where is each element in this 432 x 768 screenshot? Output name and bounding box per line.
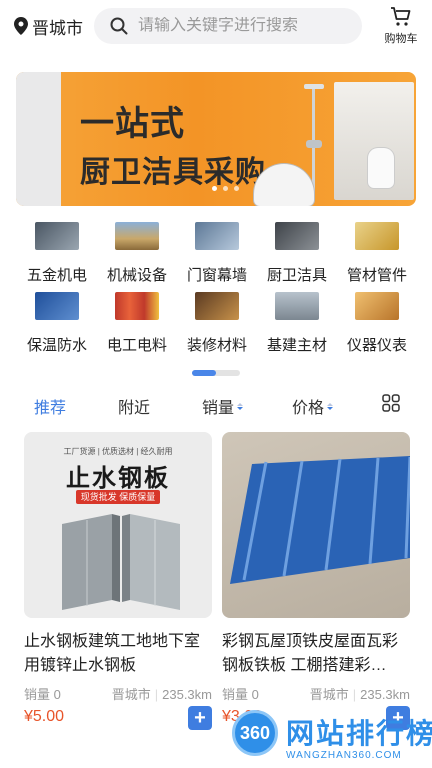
- category-label: 电工电料: [106, 337, 167, 354]
- decoration-thumb: [195, 292, 239, 320]
- banner-text: 一站式 厨卫洁具采购: [80, 96, 266, 191]
- product-city: 晋城市: [111, 687, 151, 702]
- product-location: 晋城市 | 235.3km: [112, 684, 212, 703]
- product-image: [222, 432, 410, 618]
- top-bar: 晋城市 购物车: [0, 0, 432, 56]
- banner-headline: 一站式: [80, 104, 185, 144]
- scroll-indicator-thumb: [192, 370, 216, 376]
- category-scroll-indicator: [192, 370, 240, 376]
- category-label: 装修材料: [186, 337, 247, 354]
- product-title[interactable]: 彩钢瓦屋顶铁皮屋面瓦彩钢板铁板 工棚搭建彩…: [222, 630, 412, 678]
- category-label: 门窗幕墙: [186, 267, 247, 284]
- category-machinery[interactable]: 机械设备: [94, 222, 180, 286]
- banner-pagination: [212, 186, 239, 191]
- banner-dot[interactable]: [234, 186, 239, 191]
- kitchen-bath-thumb: [275, 222, 319, 250]
- banner-subheadline: 厨卫洁具采购: [80, 155, 266, 190]
- product-sales: 销量 0: [222, 687, 259, 702]
- category-infrastructure[interactable]: 基建主材: [254, 292, 340, 356]
- filter-sales-label: 销量: [202, 400, 235, 417]
- category-label: 基建主材: [266, 337, 327, 354]
- cart-icon: [391, 7, 411, 26]
- filter-nearby[interactable]: 附近: [118, 394, 150, 418]
- filter-recommend-label: 推荐: [34, 400, 67, 417]
- watermark-url: WANGZHAN360.COM: [286, 750, 402, 761]
- category-electrical[interactable]: 电工电料: [94, 292, 180, 356]
- meta-divider: |: [154, 687, 159, 702]
- location-selector[interactable]: 晋城市: [14, 14, 83, 38]
- product-image-title: 止水钢板: [66, 463, 170, 492]
- toilet-image: [368, 148, 394, 188]
- product-sales: 销量 0: [24, 687, 61, 702]
- filter-recommend[interactable]: 推荐: [34, 394, 66, 418]
- category-label: 仪器仪表: [346, 337, 407, 354]
- category-label: 厨卫洁具: [266, 267, 327, 284]
- search-icon: [110, 17, 128, 35]
- hardware-thumb: [35, 222, 79, 250]
- category-pipes[interactable]: 管材管件: [334, 222, 420, 286]
- category-label: 管材管件: [346, 267, 407, 284]
- product-title[interactable]: 止水钢板建筑工地地下室用镀锌止水钢板: [24, 630, 214, 678]
- product-image: 工厂货源 | 优质选材 | 经久耐用 止水钢板 现货批发 保质保量: [24, 432, 212, 618]
- product-location: 晋城市 | 235.3km: [310, 684, 410, 703]
- windows-thumb: [195, 222, 239, 250]
- filter-nearby-label: 附近: [118, 400, 151, 417]
- cart-button[interactable]: 购物车: [380, 6, 422, 46]
- category-label: 五金机电: [26, 267, 87, 284]
- cart-label: 购物车: [384, 33, 418, 45]
- watermark-name: 网站排行榜: [286, 718, 432, 749]
- sort-icon: [237, 402, 244, 410]
- location-label: 晋城市: [32, 18, 83, 38]
- watermark-logo: 360: [232, 710, 278, 756]
- bathroom-image: [334, 82, 414, 200]
- product-card[interactable]: 工厂货源 | 优质选材 | 经久耐用 止水钢板 现货批发 保质保量 止水钢板建筑…: [24, 432, 212, 732]
- filter-price-label: 价格: [292, 400, 325, 417]
- pipes-thumb: [355, 222, 399, 250]
- sort-icon: [327, 402, 334, 410]
- product-image-tagline: 工厂货源 | 优质选材 | 经久耐用: [63, 447, 173, 456]
- promo-banner[interactable]: 一站式 厨卫洁具采购: [16, 72, 416, 206]
- category-decoration[interactable]: 装修材料: [174, 292, 260, 356]
- location-pin-icon: [14, 17, 28, 35]
- filter-sales[interactable]: 销量: [202, 394, 244, 418]
- product-distance: 235.3km: [162, 687, 212, 702]
- filter-price[interactable]: 价格: [292, 394, 334, 418]
- banner-dot[interactable]: [212, 186, 217, 191]
- product-card[interactable]: 彩钢瓦屋顶铁皮屋面瓦彩钢板铁板 工棚搭建彩… 销量 0 晋城市 | 235.3km …: [222, 432, 410, 732]
- category-label: 机械设备: [106, 267, 167, 284]
- watermark: 360 网站排行榜 WANGZHAN360.COM: [230, 706, 432, 768]
- color-steel-tile-image: [230, 456, 410, 584]
- category-insulation[interactable]: 保温防水: [14, 292, 100, 356]
- grid-view-icon[interactable]: [382, 394, 400, 412]
- search-bar[interactable]: [94, 8, 362, 44]
- product-image-badge: 现货批发 保质保量: [76, 490, 160, 504]
- insulation-thumb: [35, 292, 79, 320]
- search-input[interactable]: [138, 17, 348, 35]
- infrastructure-thumb: [275, 292, 319, 320]
- category-kitchen-bath[interactable]: 厨卫洁具: [254, 222, 340, 286]
- electrical-thumb: [115, 292, 159, 320]
- product-city: 晋城市: [309, 687, 349, 702]
- category-instruments[interactable]: 仪器仪表: [334, 292, 420, 356]
- category-windows[interactable]: 门窗幕墙: [174, 222, 260, 286]
- instruments-thumb: [355, 292, 399, 320]
- machinery-thumb: [115, 222, 159, 250]
- banner-dot[interactable]: [223, 186, 228, 191]
- product-distance: 235.3km: [360, 687, 410, 702]
- banner-edge: [16, 72, 61, 206]
- product-price: ¥5.00: [24, 708, 65, 725]
- category-hardware[interactable]: 五金机电: [14, 222, 100, 286]
- filter-bar: 推荐 附近 销量 价格: [0, 388, 432, 422]
- steel-plate-image: [62, 514, 180, 610]
- category-label: 保温防水: [26, 337, 87, 354]
- meta-divider: |: [352, 687, 357, 702]
- add-to-cart-button[interactable]: +: [188, 706, 212, 730]
- plus-icon: +: [194, 707, 206, 729]
